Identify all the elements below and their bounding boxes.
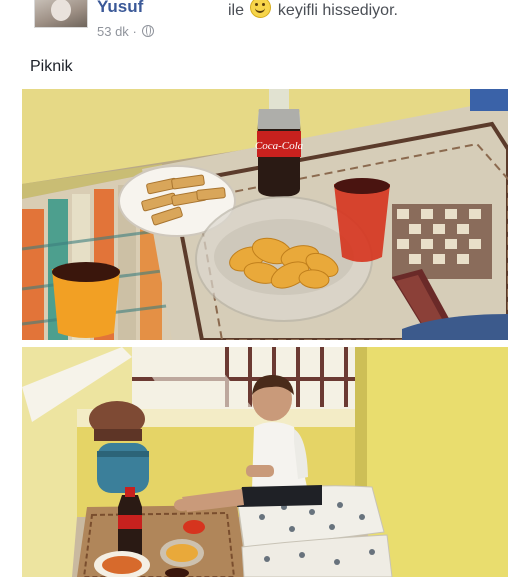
author-name[interactable]: Yusuf [97, 0, 143, 17]
author-mark: ' [165, 0, 167, 7]
post-caption: Piknik [30, 58, 73, 75]
photo-picnic-spread[interactable]: Coca-Cola [22, 89, 508, 340]
feeling-prefix: ile [228, 2, 245, 19]
post-header: Yusuf ' ile keyifli hissediyor. 53 dk · [0, 0, 531, 44]
meta-separator: · [132, 24, 137, 39]
photo-balcony-child[interactable] [22, 347, 508, 577]
feeling-text: keyifli hissediyor. [277, 2, 398, 19]
feeling-status: ile keyifli hissediyor. [228, 0, 398, 20]
smiley-emoji-icon [250, 0, 272, 18]
avatar[interactable] [34, 0, 88, 28]
bottle-label: Coca-Cola [255, 140, 304, 152]
globe-icon[interactable] [142, 25, 155, 37]
post-timestamp[interactable]: 53 dk [97, 24, 129, 39]
post-meta: 53 dk · [97, 24, 155, 39]
